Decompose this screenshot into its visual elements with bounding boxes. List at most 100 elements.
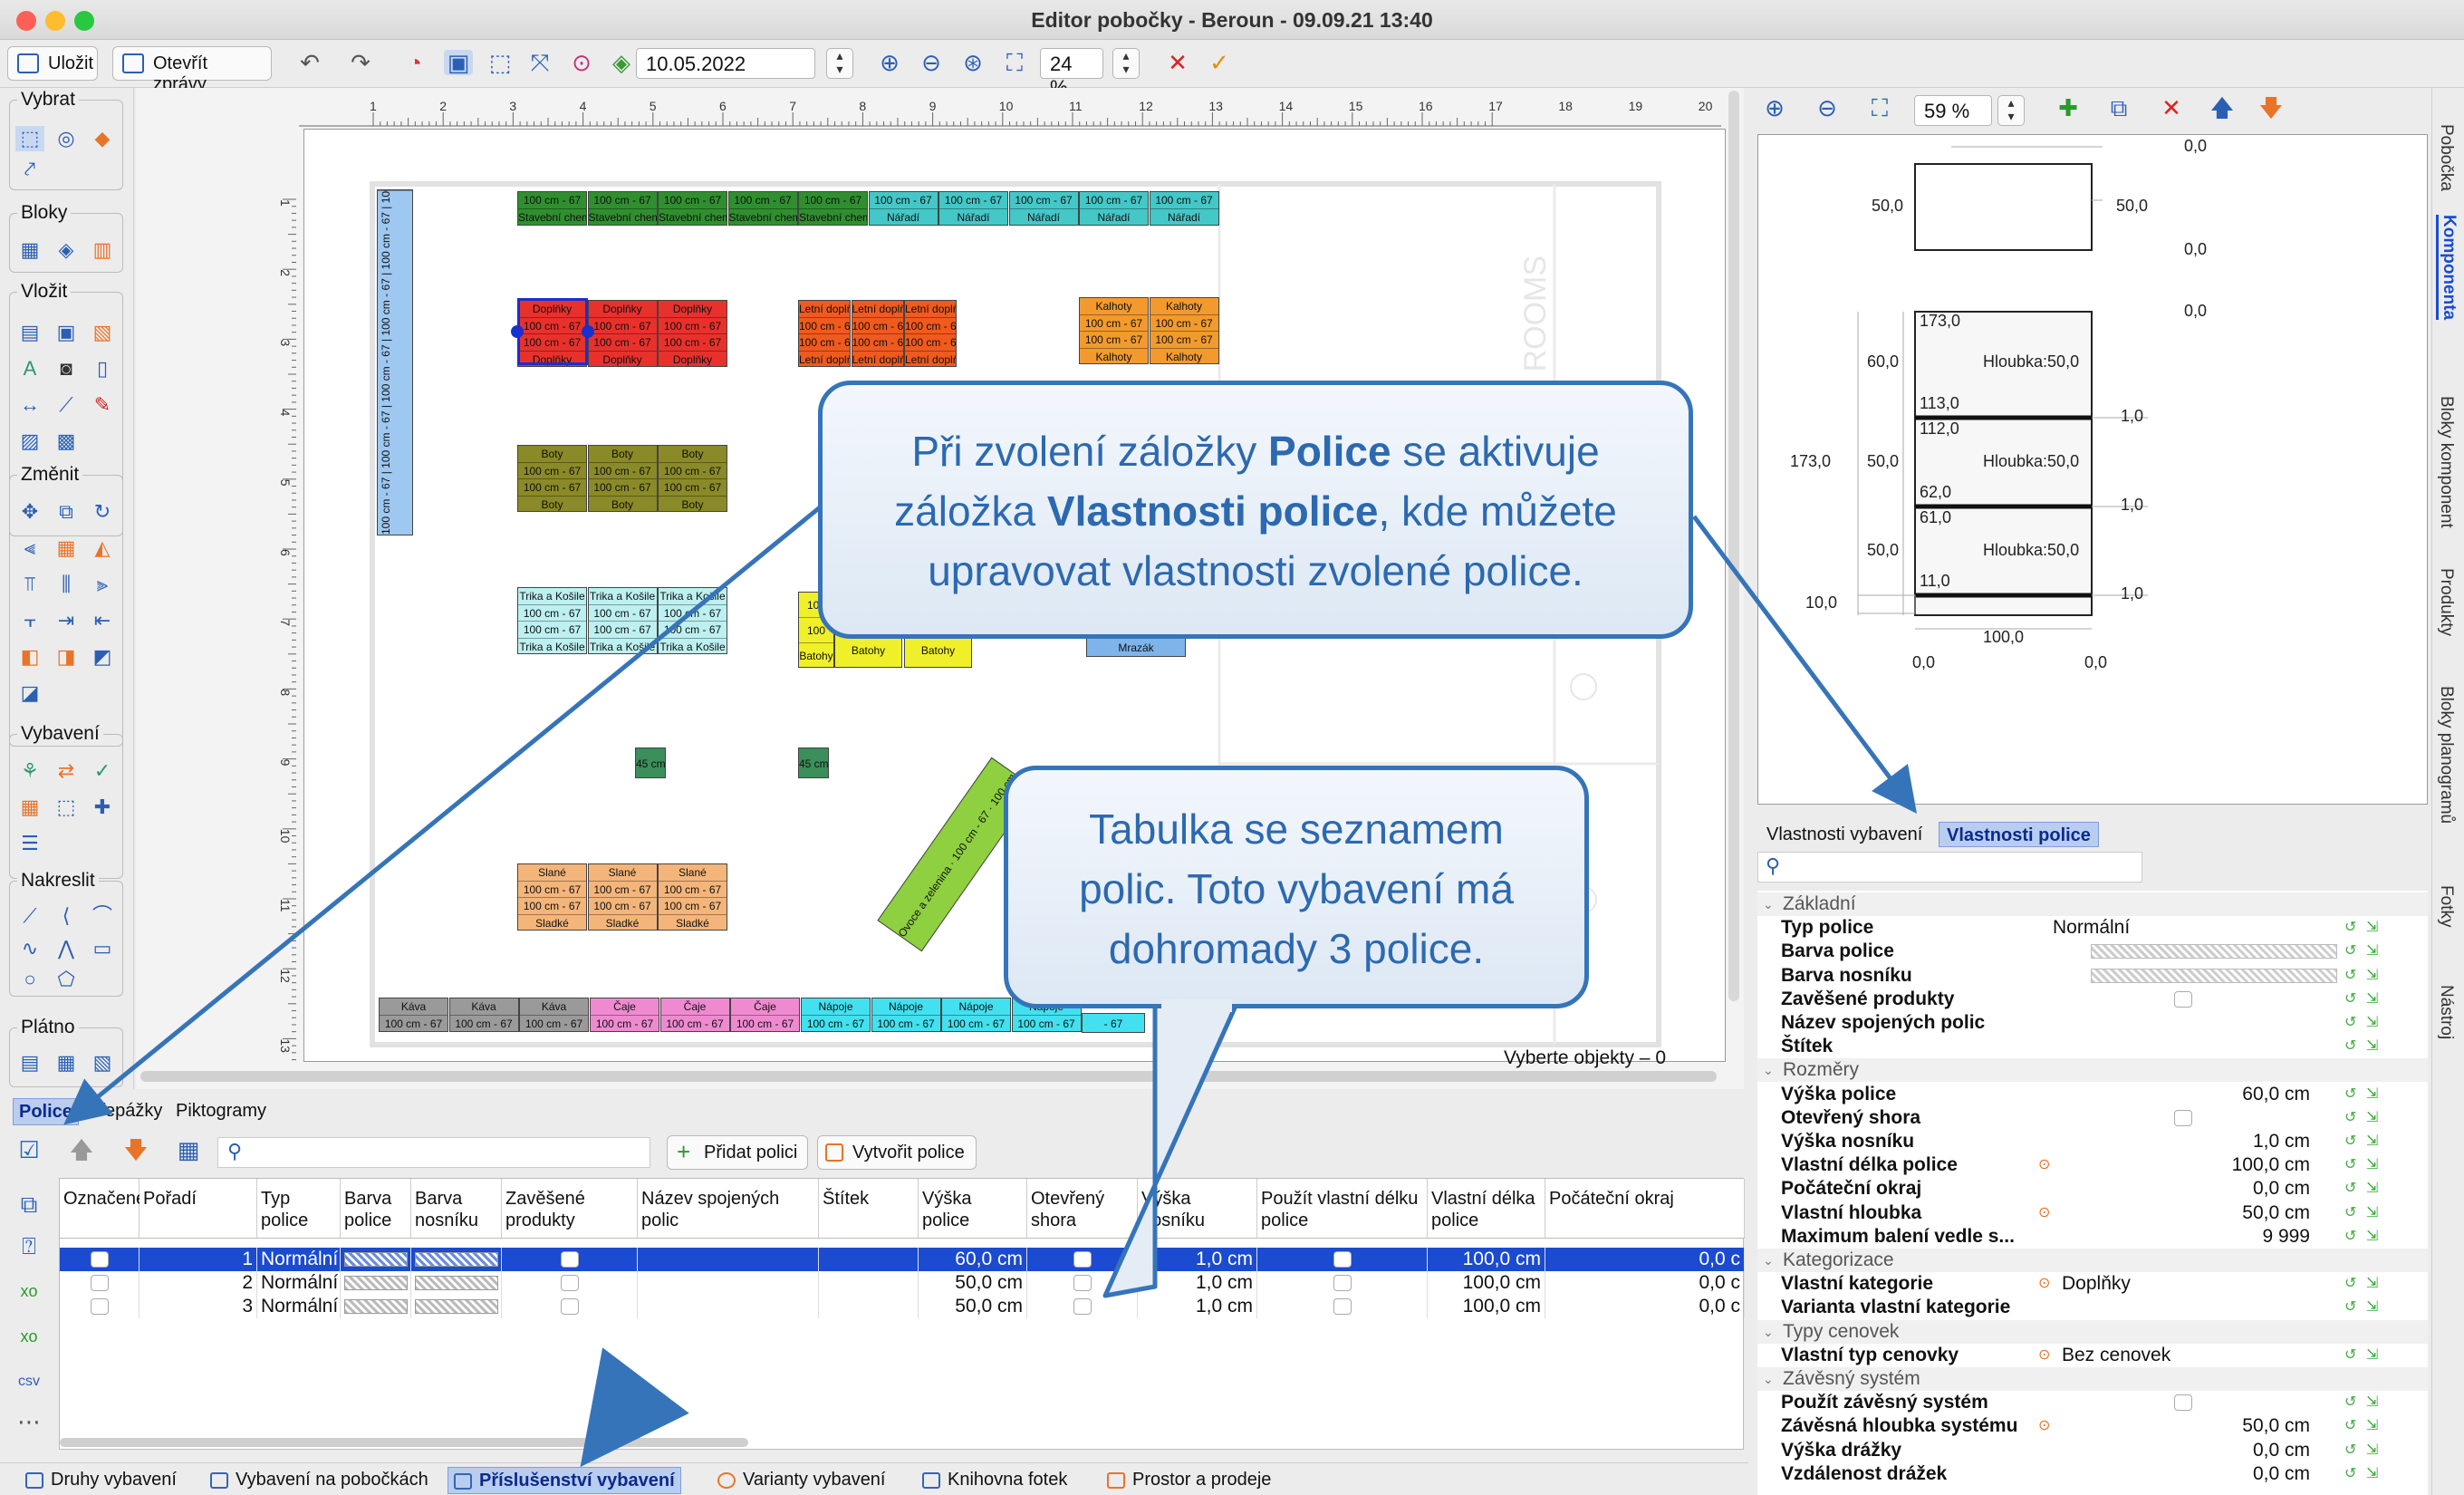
tab-branch-equipment[interactable]: Vybavení na pobočkách — [205, 1467, 434, 1494]
reset-icon[interactable]: ↺ — [2344, 1106, 2356, 1130]
property-category[interactable]: ⌄ Kategorizace — [1757, 1249, 2428, 1272]
column-header[interactable]: Otevřený shora — [1027, 1179, 1138, 1239]
date-field[interactable]: 10.05.2022 — [636, 48, 815, 79]
table-horizontal-scrollbar[interactable] — [60, 1438, 748, 1447]
property-checkbox[interactable] — [2174, 990, 2192, 1008]
shelf-block[interactable]: Nápoje100 cm - 67 — [871, 998, 941, 1032]
distribute-icon[interactable]: ⫼ — [52, 572, 81, 597]
zoom-stepper[interactable]: ▴ ▾ — [1112, 48, 1140, 79]
save-button[interactable]: Uložit — [7, 46, 98, 81]
align-top-icon[interactable]: ⫪ — [15, 572, 44, 597]
shelf-block[interactable]: Doplňky 100 cm - 67 100 cm - 67 Doplňky — [587, 300, 658, 367]
table-search-input[interactable]: ⚲ — [217, 1137, 650, 1168]
table-cell[interactable]: 1,0 cm — [1138, 1271, 1257, 1295]
table-cell[interactable] — [411, 1295, 502, 1318]
column-header[interactable]: Barva nosníku — [411, 1179, 502, 1239]
property-category[interactable]: ⌄ Typy cenovek — [1757, 1319, 2428, 1344]
align-right-icon[interactable]: ⫸ — [88, 572, 117, 597]
equipment-frame-icon[interactable]: ⬚ — [52, 795, 81, 820]
canvas-icon[interactable]: ▤ — [15, 1050, 44, 1075]
copy-rows-icon[interactable]: ⧉ — [14, 1191, 43, 1217]
column-header[interactable]: Počáteční okraj — [1545, 1179, 1745, 1239]
shelf-block[interactable]: Mrazák — [1086, 637, 1186, 657]
shelf-block[interactable]: Slané 100 cm - 67 100 cm - 67 Sladké — [658, 863, 727, 931]
shelf-block[interactable]: 100 cm - 67 Nářadí — [868, 191, 938, 226]
property-row[interactable]: Výška nosníku 1,0 cm ↺ ⇲ — [1757, 1130, 2428, 1153]
shelf-block[interactable]: 45 cm — [635, 748, 666, 778]
chevron-down-icon[interactable]: ⌄ — [1763, 1367, 1774, 1391]
reset-icon[interactable]: ↺ — [2344, 1462, 2356, 1486]
shelf-block[interactable]: Kalhoty 100 cm - 67 100 cm - 67 Kalhoty — [1149, 297, 1219, 364]
column-header[interactable]: Pořadí — [140, 1179, 257, 1239]
table-cell[interactable]: 0,0 c — [1545, 1271, 1745, 1295]
property-row[interactable]: Maximum balení vedle s... 9 999 ↺ ⇲ — [1757, 1225, 2428, 1249]
table-cell[interactable] — [60, 1295, 140, 1318]
shelf-block[interactable]: Letní doplňky100 cm - 67100 cm - 67Letní… — [798, 300, 851, 367]
front-icon[interactable]: ◨ — [52, 644, 81, 670]
table-cell[interactable] — [819, 1248, 919, 1271]
shelf-block[interactable]: Doplňky 100 cm - 67 100 cm - 67 Doplňky — [658, 300, 727, 367]
add-shelf-button[interactable]: + Přidat polici — [667, 1135, 808, 1170]
hanging-checkbox[interactable] — [560, 1251, 579, 1268]
align-left-icon[interactable]: ⫷ — [15, 535, 44, 561]
chevron-down-icon[interactable]: ⌄ — [1763, 1249, 1774, 1272]
check-icon[interactable]: ✓ — [1205, 50, 1234, 75]
shelf-block[interactable]: Káva 100 cm - 67 — [448, 998, 519, 1032]
create-shelves-button[interactable]: Vytvořit police — [817, 1135, 977, 1170]
column-header[interactable]: Označené — [60, 1179, 146, 1239]
table-cell[interactable] — [1027, 1295, 1138, 1318]
apply-icon[interactable]: ⇲ — [2366, 1106, 2378, 1130]
table-cell[interactable] — [341, 1295, 411, 1318]
side-tab-tool[interactable]: Nástroj — [2436, 985, 2456, 1039]
text-icon[interactable]: A — [15, 356, 44, 381]
draw-polygon-icon[interactable]: ⬠ — [52, 967, 81, 992]
property-value[interactable]: 100,0 cm — [2232, 1153, 2310, 1177]
table-row[interactable]: 2 Normální 50,0 cm 1,0 cm 100,0 cm 0,0 c — [60, 1271, 1745, 1295]
shelf-block[interactable]: Boty 100 cm - 67 100 cm - 67 Boty — [587, 445, 658, 512]
draw-arc-icon[interactable]: ⌒ — [88, 903, 117, 929]
image-icon[interactable]: ▨ — [15, 429, 44, 454]
property-row[interactable]: Vzdálenost drážek 0,0 cm ↺ ⇲ — [1757, 1462, 2428, 1486]
display-icon[interactable]: ▧ — [88, 320, 117, 345]
photo-icon[interactable]: ◙ — [52, 356, 81, 381]
apply-icon[interactable]: ⇲ — [2366, 1201, 2378, 1225]
undo-icon[interactable]: ↶ — [295, 50, 324, 75]
property-row[interactable]: Vlastní typ cenovky ⊙ Bez cenovek ↺ ⇲ — [1757, 1344, 2428, 1367]
shelf-block[interactable]: 100 cm - 67Stavební chemie — [727, 191, 798, 226]
preview-zoom-out-icon[interactable]: ⊖ — [1813, 95, 1842, 121]
open-top-checkbox[interactable] — [1073, 1298, 1092, 1316]
remove-shelf-icon[interactable]: ✕ — [2157, 95, 2186, 121]
dimension-icon[interactable]: ↔ — [15, 392, 44, 418]
tab-shelf-properties[interactable]: Vlastnosti police — [1939, 822, 2099, 847]
tab-equipment-types[interactable]: Druhy vybavení — [20, 1467, 182, 1494]
shelf-block[interactable]: 100 cm - 67 Nářadí — [1079, 191, 1149, 226]
column-header[interactable]: Výška nosníku — [1138, 1179, 1257, 1239]
table-cell[interactable]: 1,0 cm — [1138, 1248, 1257, 1271]
copy-icon[interactable]: ⧉ — [52, 499, 81, 525]
tab-space-and-sales[interactable]: Prostor a prodeje — [1102, 1467, 1276, 1494]
property-value[interactable]: 0,0 cm — [2253, 1462, 2310, 1486]
shelf-block[interactable]: Nápoje100 cm - 67 — [941, 998, 1011, 1032]
blocks-icon[interactable]: ▦ — [15, 237, 44, 263]
apply-icon[interactable]: ⇲ — [2366, 1153, 2378, 1177]
apply-icon[interactable]: ⇲ — [2366, 964, 2378, 988]
table-cell[interactable] — [411, 1271, 502, 1295]
canvas-vertical-scrollbar[interactable] — [1728, 91, 1739, 1001]
add-shelf-icon[interactable]: ✚ — [2054, 95, 2083, 121]
apply-icon[interactable]: ⇲ — [2366, 1011, 2378, 1035]
property-row[interactable]: Vlastní délka police ⊙ 100,0 cm ↺ ⇲ — [1757, 1153, 2428, 1177]
shelf-block[interactable]: Nápoje100 cm - 67 — [801, 998, 871, 1032]
zoom-extent-icon[interactable]: ⛶ — [1000, 50, 1029, 75]
tab-photo-library[interactable]: Knihovna fotek — [917, 1467, 1073, 1494]
shelf-icon[interactable]: ▤ — [15, 320, 44, 345]
shelf-block[interactable]: 100 cm - 67 Nářadí — [1149, 191, 1219, 226]
path-icon[interactable]: ⤧ — [525, 50, 554, 75]
table-cell[interactable]: Normální — [257, 1295, 341, 1318]
apply-icon[interactable]: ⇲ — [2366, 1272, 2378, 1296]
table-cell[interactable]: 2 — [140, 1271, 257, 1295]
table-cell[interactable] — [1257, 1295, 1428, 1318]
side-tab-component[interactable]: Komponenta — [2436, 215, 2459, 321]
tab-pictograms[interactable]: Piktogramy — [170, 1098, 272, 1125]
layers-icon[interactable]: ◈ — [607, 50, 636, 75]
table-cell[interactable]: 50,0 cm — [919, 1295, 1027, 1318]
